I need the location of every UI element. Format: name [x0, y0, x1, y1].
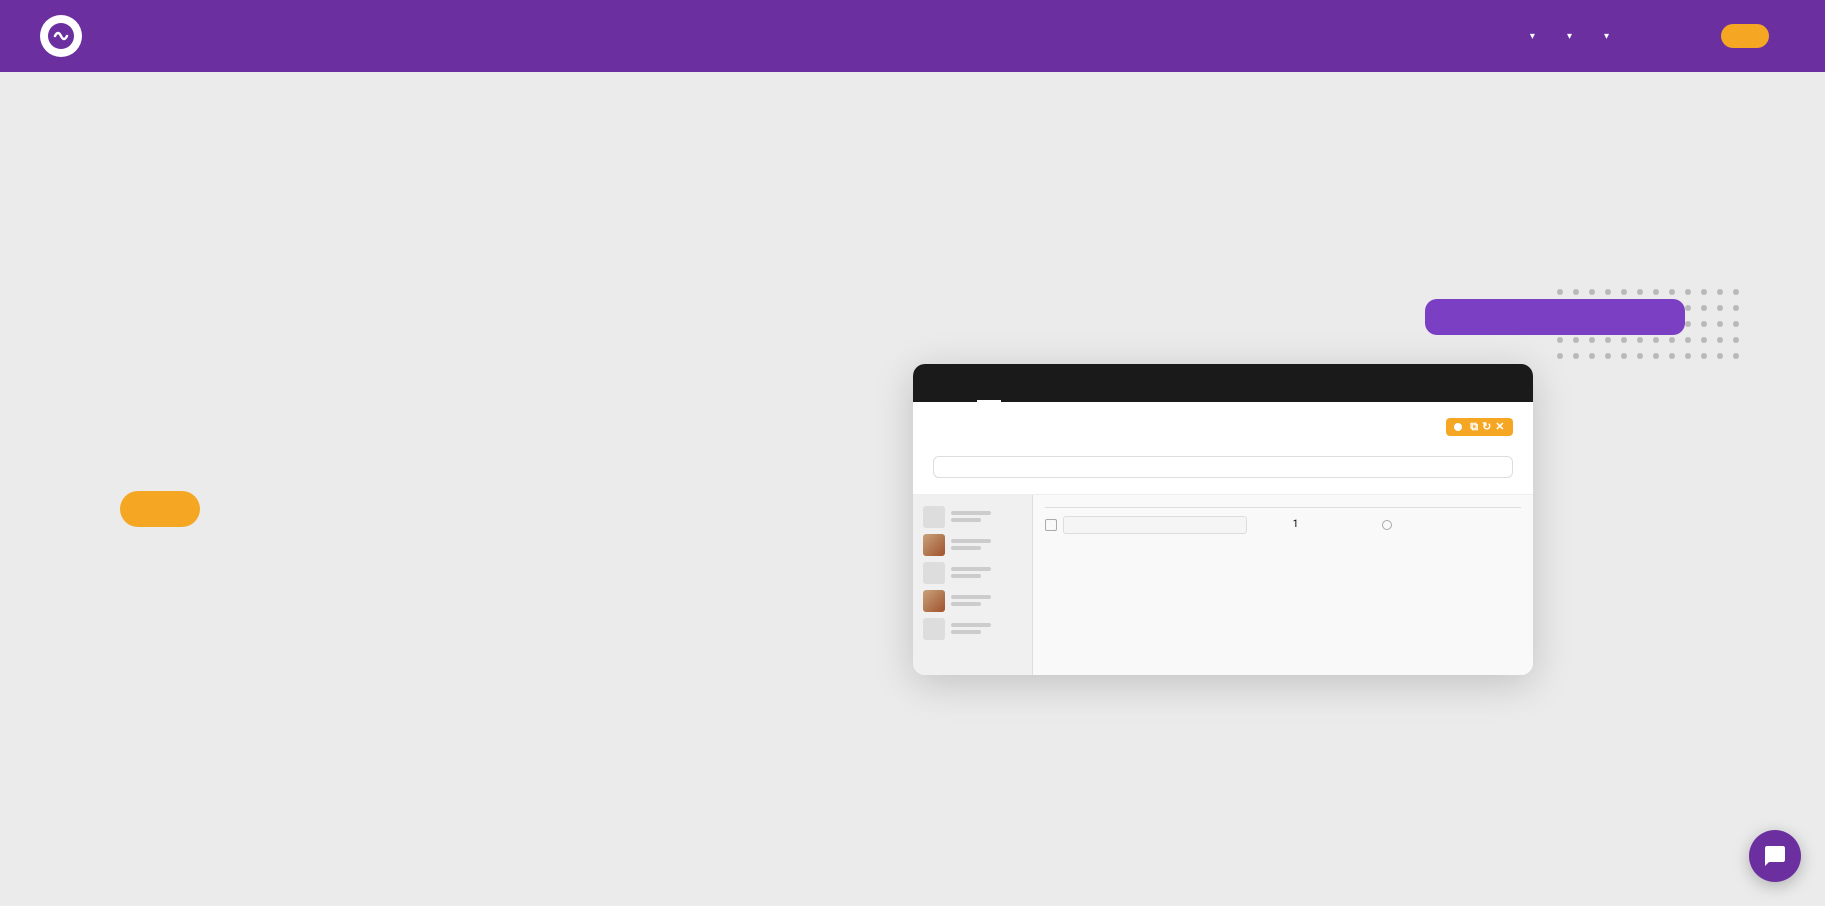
- badge-dot: [1454, 423, 1462, 431]
- logo-link[interactable]: [40, 15, 92, 57]
- logo-icon: [40, 15, 82, 57]
- mock-sidebar: [913, 495, 1033, 675]
- settings-icon[interactable]: ✕: [1495, 420, 1504, 433]
- chevron-down-icon: ▾: [1567, 31, 1572, 42]
- product-thumbnail: [923, 618, 945, 640]
- hero-section: const dotsContainer = document.querySele…: [0, 72, 1825, 906]
- mock-tab-title[interactable]: [1021, 364, 1045, 402]
- mock-keywords-panel: 1: [1033, 495, 1533, 675]
- nav-item-features[interactable]: ▾: [1563, 31, 1572, 42]
- keywords-table-header: [1045, 503, 1521, 508]
- nav-links: ▾ ▾ ▾: [1526, 31, 1693, 42]
- hero-visual: const dotsContainer = document.querySele…: [700, 279, 1745, 699]
- navbar: ▾ ▾ ▾: [0, 0, 1825, 72]
- trial-cta-button[interactable]: [120, 491, 200, 527]
- free-trial-button[interactable]: [1721, 24, 1769, 48]
- hero-content: [120, 451, 660, 527]
- chat-bubble-button[interactable]: [1749, 830, 1801, 882]
- mock-sidebar-item[interactable]: [913, 587, 1032, 615]
- product-thumbnail: [923, 562, 945, 584]
- dashboard-mockup: ⧉ ↻ ✕: [913, 364, 1533, 675]
- mock-product-title-section: ⧉ ↻ ✕: [913, 402, 1533, 495]
- item-lines: [951, 567, 991, 578]
- mock-tabs: [913, 364, 1533, 402]
- nav-item-why[interactable]: ▾: [1526, 31, 1535, 42]
- kw-ideal-1: 1: [1253, 519, 1338, 530]
- product-thumbnail: [923, 506, 945, 528]
- item-lines: [951, 623, 991, 634]
- copy-icon[interactable]: ⧉: [1470, 420, 1478, 434]
- chevron-down-icon: ▾: [1530, 31, 1535, 42]
- kw-checkbox[interactable]: [1045, 519, 1057, 531]
- nav-item-resources[interactable]: ▾: [1600, 31, 1609, 42]
- item-lines: [951, 539, 991, 550]
- add-keyword-input[interactable]: [1063, 516, 1247, 534]
- product-listing-card: [1425, 299, 1685, 335]
- mock-sidebar-item[interactable]: [913, 503, 1032, 531]
- item-lines: [951, 511, 991, 522]
- mock-sidebar-item[interactable]: [913, 531, 1032, 559]
- chat-icon: [1763, 844, 1787, 868]
- kw-circle: [1344, 515, 1429, 534]
- nav-cta-group: [1721, 24, 1785, 48]
- product-thumbnail: [923, 534, 945, 556]
- refresh-icon[interactable]: ↻: [1482, 420, 1491, 433]
- mock-tab-listing-name[interactable]: [977, 364, 1001, 402]
- kw-add-row: 1: [1045, 514, 1521, 536]
- chevron-down-icon: ▾: [1604, 31, 1609, 42]
- mock-listing-text: [933, 456, 1513, 478]
- mock-sidebar-item[interactable]: [913, 559, 1032, 587]
- mock-badge: ⧉ ↻ ✕: [1446, 418, 1512, 436]
- mock-section-header: ⧉ ↻ ✕: [933, 418, 1513, 436]
- item-lines: [951, 595, 991, 606]
- mock-keywords-table: 1: [913, 495, 1533, 675]
- product-thumbnail: [923, 590, 945, 612]
- mock-sidebar-item[interactable]: [913, 615, 1032, 643]
- mock-tab-asin[interactable]: [933, 364, 957, 402]
